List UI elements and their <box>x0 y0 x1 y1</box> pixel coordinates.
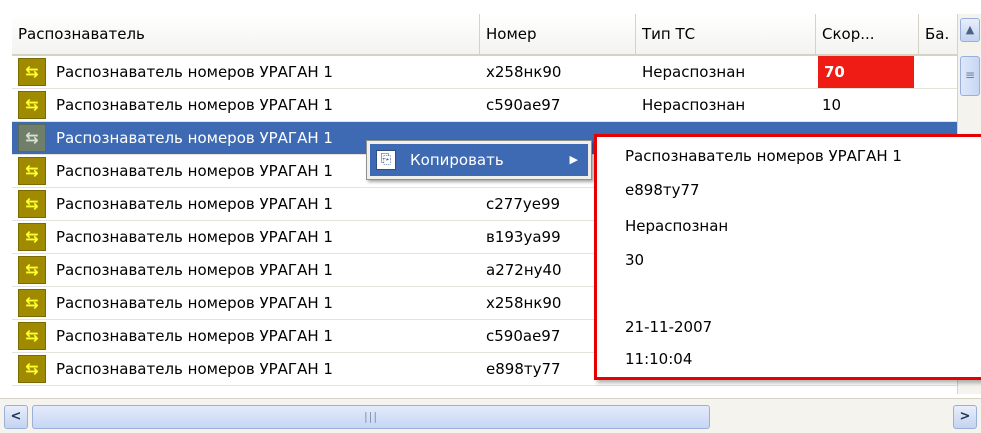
row-vehicle-type: Нераспознан <box>642 63 746 81</box>
row-speed: 10 <box>822 96 842 114</box>
row-recognizer: Распознаватель номеров УРАГАН 1 <box>56 261 333 279</box>
scroll-left-icon[interactable]: < <box>4 405 28 429</box>
column-header-extra[interactable]: Ба. <box>919 14 957 54</box>
row-number: с590ае97 <box>486 96 561 114</box>
submenu-item-vehicle-type[interactable]: Нераспознан <box>625 211 728 241</box>
row-recognizer: Распознаватель номеров УРАГАН 1 <box>56 96 333 114</box>
submenu-item-number[interactable]: е898ту77 <box>625 175 700 205</box>
row-recognizer: Распознаватель номеров УРАГАН 1 <box>56 195 333 213</box>
row-recognizer: Распознаватель номеров УРАГАН 1 <box>56 327 333 345</box>
column-header-number[interactable]: Номер <box>480 14 636 54</box>
copy-submenu: Распознаватель номеров УРАГАН 1 е898ту77… <box>594 134 981 380</box>
submenu-item-speed[interactable]: 30 <box>625 245 644 275</box>
row-recognizer: Распознаватель номеров УРАГАН 1 <box>56 360 333 378</box>
grid-header: Распознаватель Номер Тип ТС Скор... Ба. <box>12 14 957 56</box>
row-recognizer: Распознаватель номеров УРАГАН 1 <box>56 63 333 81</box>
scroll-up-icon[interactable]: ▲ <box>960 18 980 42</box>
horizontal-scrollbar[interactable]: < ||| > <box>0 398 981 433</box>
copy-menu-label: Копировать <box>410 151 504 169</box>
submenu-item-recognizer[interactable]: Распознаватель номеров УРАГАН 1 <box>625 141 902 171</box>
context-menu: ⎘ Копировать ▶ <box>366 140 592 180</box>
table-row[interactable]: ⇆ Распознаватель номеров УРАГАН 1 х258нк… <box>12 56 957 89</box>
row-recognizer: Распознаватель номеров УРАГАН 1 <box>56 228 333 246</box>
submenu-arrow-icon: ▶ <box>569 153 578 166</box>
column-header-vehicle-type[interactable]: Тип ТС <box>636 14 816 54</box>
scroll-right-icon[interactable]: > <box>953 405 977 429</box>
row-recognizer: Распознаватель номеров УРАГАН 1 <box>56 294 333 312</box>
copy-menu-item[interactable]: ⎘ Копировать ▶ <box>370 144 588 176</box>
row-number: х258нк90 <box>486 63 562 81</box>
vertical-scroll-thumb[interactable]: ≡ <box>960 56 980 96</box>
row-vehicle-type: Нераспознан <box>642 96 746 114</box>
submenu-item-time[interactable]: 11:10:04 <box>625 344 692 374</box>
table-row[interactable]: ⇆ Распознаватель номеров УРАГАН 1 с590ае… <box>12 89 957 122</box>
column-header-recognizer[interactable]: Распознаватель <box>12 14 480 54</box>
row-speed-alert: 70 <box>818 56 914 88</box>
horizontal-scroll-thumb[interactable]: ||| <box>32 405 710 429</box>
copy-icon: ⎘ <box>376 150 396 170</box>
submenu-item-date[interactable]: 21-11-2007 <box>625 312 712 342</box>
column-header-speed[interactable]: Скор... <box>816 14 919 54</box>
